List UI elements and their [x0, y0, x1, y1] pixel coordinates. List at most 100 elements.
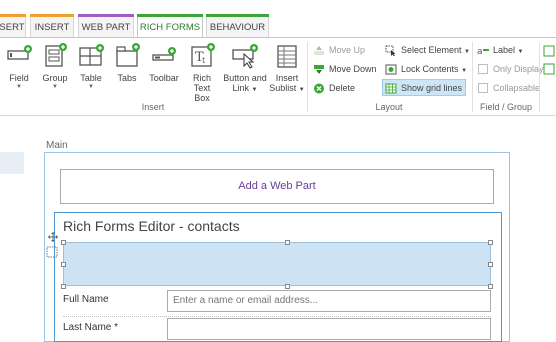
- toolbar-button-label: Toolbar: [149, 73, 179, 83]
- button-and-link-label-line2: Link: [232, 83, 250, 93]
- resize-handle[interactable]: [61, 284, 66, 289]
- tab-behaviour[interactable]: BEHAVIOUR: [206, 14, 269, 38]
- resize-handle[interactable]: [285, 284, 290, 289]
- button-and-link-label-line1: Button and: [223, 73, 267, 83]
- left-nav-highlight: [0, 152, 24, 174]
- delete-button[interactable]: Delete: [311, 80, 358, 97]
- chevron-down-icon: ▼: [16, 84, 22, 90]
- tab-label: INSERT: [34, 22, 70, 33]
- tab-color-bar: [137, 14, 203, 17]
- row-divider: [63, 316, 491, 317]
- table-button-label: Table: [80, 73, 102, 83]
- field-icon: [5, 42, 33, 70]
- chevron-down-icon: ▼: [517, 49, 524, 55]
- table-icon: [77, 42, 105, 70]
- toolbar-button[interactable]: Toolbar: [146, 42, 182, 83]
- resize-handle[interactable]: [488, 240, 493, 245]
- collapsable-checkbox[interactable]: Collapsable: [475, 80, 543, 97]
- chevron-down-icon: ▼: [298, 87, 305, 93]
- group-separator: [539, 42, 540, 112]
- tab-color-bar: [78, 14, 134, 17]
- partial-ribbon-icon[interactable]: [543, 62, 555, 75]
- move-down-button[interactable]: Move Down: [311, 61, 380, 78]
- toolbar-icon: [150, 42, 178, 70]
- label-button[interactable]: a Label ▼: [475, 42, 527, 59]
- tabs-button-label: Tabs: [117, 73, 137, 83]
- grid-select-icon[interactable]: [46, 245, 58, 258]
- insert-sublist-button[interactable]: Insert Sublist ▼: [269, 42, 305, 95]
- field-button-label: Field: [9, 73, 29, 83]
- rich-text-icon: T t: [188, 42, 216, 70]
- move-up-icon: [313, 45, 325, 56]
- resize-handle[interactable]: [61, 262, 66, 267]
- chevron-down-icon: ▼: [52, 84, 58, 90]
- sublist-icon: [273, 42, 301, 70]
- lock-contents-label: Lock Contents: [401, 64, 459, 74]
- chevron-down-icon: ▼: [251, 87, 258, 93]
- tabs-icon: [113, 42, 141, 70]
- group-icon: [41, 42, 69, 70]
- zone-label: Main: [46, 140, 68, 151]
- tab-label: BEHAVIOUR: [209, 22, 266, 33]
- lock-contents-button[interactable]: Lock Contents ▼: [383, 61, 470, 78]
- button-and-link-button[interactable]: Button and Link ▼: [222, 42, 268, 95]
- resize-handle[interactable]: [488, 262, 493, 267]
- collapsable-label: Collapsable: [493, 83, 541, 93]
- group-button[interactable]: Group ▼: [40, 42, 70, 91]
- resize-handle[interactable]: [488, 284, 493, 289]
- field-button[interactable]: Field ▼: [4, 42, 34, 91]
- tab-web-part[interactable]: WEB PART: [78, 14, 134, 38]
- field-group-label: Field / Group: [479, 102, 533, 112]
- insert-sublist-label-line1: Insert: [275, 73, 299, 83]
- chevron-down-icon: ▼: [88, 84, 94, 90]
- tab-insert-partial[interactable]: SERT: [0, 14, 26, 38]
- ribbon: Field ▼ Group ▼ Table ▼ Tabs Toolbar T t…: [0, 37, 556, 116]
- lock-contents-icon: [385, 64, 397, 75]
- editor-title: Rich Forms Editor - contacts: [63, 218, 240, 234]
- table-button[interactable]: Table ▼: [76, 42, 106, 91]
- svg-text:a: a: [477, 47, 483, 56]
- grid-lines-icon: [385, 83, 397, 94]
- last-name-input[interactable]: [167, 318, 491, 340]
- chevron-down-icon: ▼: [461, 68, 468, 74]
- move-up-button[interactable]: Move Up: [311, 42, 368, 59]
- tab-color-bar: [206, 14, 269, 17]
- move-icon[interactable]: [48, 229, 58, 242]
- group-button-label: Group: [42, 73, 68, 83]
- checkbox-icon: [478, 64, 488, 74]
- full-name-label: Full Name: [63, 294, 109, 305]
- label-icon: a: [477, 45, 489, 57]
- full-name-input[interactable]: Enter a name or email address...: [167, 290, 491, 312]
- add-web-part-button[interactable]: Add a Web Part: [60, 169, 494, 204]
- partial-ribbon-icon[interactable]: [543, 44, 555, 57]
- tabs-button[interactable]: Tabs: [112, 42, 142, 83]
- resize-handle[interactable]: [285, 240, 290, 245]
- rich-text-box-label-line1: Rich Text: [192, 73, 211, 93]
- chevron-down-icon: ▼: [464, 49, 470, 55]
- tab-label: SERT: [0, 22, 25, 33]
- resize-handle[interactable]: [61, 240, 66, 245]
- tab-color-bar: [30, 14, 74, 17]
- delete-label: Delete: [329, 83, 356, 93]
- move-up-label: Move Up: [329, 45, 366, 55]
- selected-element[interactable]: [63, 242, 491, 286]
- only-display-label: Only Display: [493, 64, 544, 74]
- insert-group-label: Insert: [141, 102, 165, 112]
- select-element-icon: [385, 45, 397, 57]
- move-down-label: Move Down: [329, 64, 377, 74]
- tab-rich-forms[interactable]: RICH FORMS: [137, 14, 203, 39]
- only-display-checkbox[interactable]: Only Display: [475, 61, 547, 78]
- layout-group-label: Layout: [375, 102, 403, 112]
- checkbox-icon: [478, 83, 488, 93]
- select-element-button[interactable]: Select Element ▼: [383, 42, 473, 59]
- tab-insert[interactable]: INSERT: [30, 14, 74, 38]
- select-element-label: Select Element: [401, 45, 462, 55]
- tab-label: WEB PART: [81, 22, 131, 33]
- ribbon-tab-bar: SERT INSERT WEB PART RICH FORMS BEHAVIOU…: [0, 0, 556, 39]
- move-down-icon: [313, 64, 325, 75]
- tab-label: RICH FORMS: [139, 22, 201, 33]
- rich-text-box-button[interactable]: T t Rich Text Box: [184, 42, 220, 103]
- delete-icon: [313, 83, 325, 94]
- label-button-label: Label: [493, 45, 516, 55]
- show-grid-lines-toggle[interactable]: Show grid lines: [382, 79, 467, 96]
